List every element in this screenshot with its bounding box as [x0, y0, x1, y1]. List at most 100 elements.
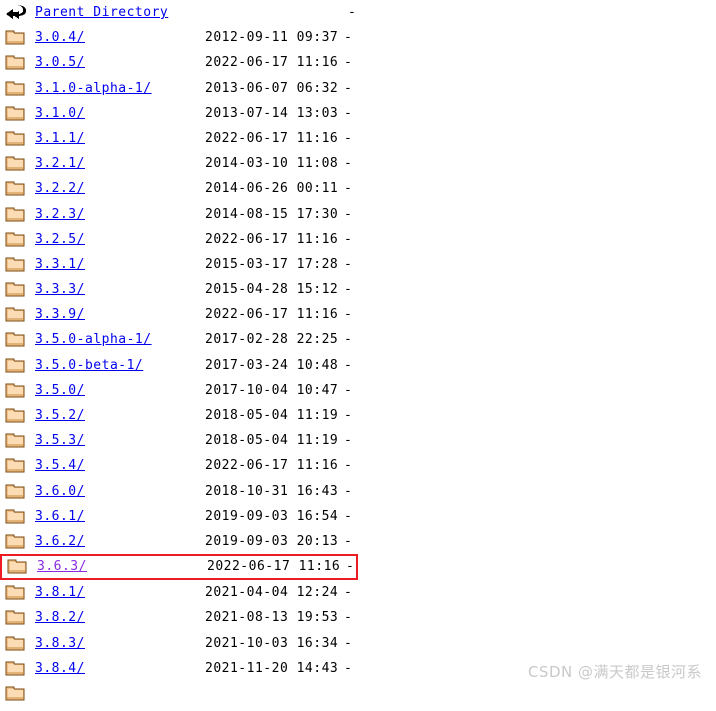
last-modified-date: 2017-02-28 22:25	[205, 332, 339, 348]
size-cell: -	[344, 256, 352, 272]
folder-icon	[5, 357, 26, 374]
last-modified-date: 2013-07-14 13:03	[205, 105, 339, 121]
folder-icon	[5, 609, 26, 626]
size-cell: -	[344, 156, 352, 172]
last-modified-date: 2022-06-17 11:16	[205, 130, 339, 146]
directory-link[interactable]: 3.2.2/	[35, 176, 85, 201]
directory-row[interactable]: 3.8.3/2021-10-03 16:34-	[0, 631, 716, 656]
directory-link[interactable]: 3.8.4/	[35, 656, 85, 681]
directory-row[interactable]: 3.6.0/2018-10-31 16:43-	[0, 479, 716, 504]
directory-row[interactable]: 3.1.1/2022-06-17 11:16-	[0, 126, 716, 151]
size-cell: -	[344, 231, 352, 247]
directory-row[interactable]: 3.6.1/2019-09-03 16:54-	[0, 504, 716, 529]
last-modified-date: 2019-09-03 16:54	[205, 508, 339, 524]
size-cell: -	[344, 55, 352, 71]
directory-link[interactable]: 3.1.0-alpha-1/	[35, 76, 152, 101]
directory-row[interactable]	[0, 681, 716, 706]
directory-link[interactable]: 3.6.1/	[35, 504, 85, 529]
directory-row[interactable]: 3.8.2/2021-08-13 19:53-	[0, 605, 716, 630]
folder-icon	[5, 432, 26, 449]
directory-row[interactable]: 3.3.1/2015-03-17 17:28-	[0, 252, 716, 277]
size-cell: -	[344, 130, 352, 146]
directory-row[interactable]: 3.8.1/2021-04-04 12:24-	[0, 580, 716, 605]
directory-link[interactable]: 3.8.3/	[35, 631, 85, 656]
directory-link[interactable]: 3.6.2/	[35, 529, 85, 554]
directory-link[interactable]: 3.1.0/	[35, 101, 85, 126]
last-modified-date: 2018-05-04 11:19	[205, 408, 339, 423]
directory-row[interactable]: 3.2.2/2014-06-26 00:11-	[0, 176, 716, 201]
directory-link[interactable]: 3.3.1/	[35, 252, 85, 277]
last-modified-date: 2022-06-17 11:16	[205, 458, 339, 474]
directory-link[interactable]: 3.5.0-beta-1/	[35, 353, 143, 378]
size-cell: -	[344, 533, 352, 549]
folder-icon	[5, 105, 26, 122]
directory-row[interactable]: 3.3.3/2015-04-28 15:12-	[0, 277, 716, 302]
directory-row[interactable]: 3.3.9/2022-06-17 11:16-	[0, 302, 716, 327]
csdn-watermark: CSDN @满天都是银河系	[527, 663, 702, 681]
last-modified-date: 2018-10-31 16:43	[205, 483, 339, 499]
directory-link[interactable]: 3.6.0/	[35, 479, 85, 504]
directory-link[interactable]: 3.1.1/	[35, 126, 85, 151]
folder-icon	[5, 206, 26, 223]
folder-icon	[5, 483, 26, 500]
directory-row[interactable]: 3.1.0-alpha-1/2013-06-07 06:32-	[0, 76, 716, 101]
directory-row[interactable]: 3.5.0/2017-10-04 10:47-	[0, 378, 716, 403]
directory-row[interactable]: 3.5.0-alpha-1/2017-02-28 22:25-	[0, 327, 716, 352]
folder-icon	[5, 80, 26, 97]
directory-row[interactable]: 3.6.2/2019-09-03 20:13-	[0, 529, 716, 554]
directory-link[interactable]: 3.0.5/	[35, 50, 85, 75]
size-cell: -	[344, 206, 352, 222]
directory-link[interactable]: 3.0.4/	[35, 25, 85, 50]
directory-link[interactable]: 3.3.3/	[35, 277, 85, 302]
folder-icon	[5, 130, 26, 147]
last-modified-date: 2014-08-15 17:30	[205, 206, 339, 222]
directory-link[interactable]: 3.3.9/	[35, 302, 85, 327]
directory-link[interactable]: 3.5.0/	[35, 378, 85, 403]
directory-row[interactable]: 3.0.4/2012-09-11 09:37-	[0, 25, 716, 50]
folder-icon	[5, 457, 26, 474]
parent-directory-link[interactable]: Parent Directory	[35, 0, 168, 25]
size-cell: -	[344, 610, 352, 626]
size-cell: -	[344, 635, 352, 651]
directory-listing: Parent Directory -3.0.4/2012-09-11 09:37-…	[0, 0, 716, 706]
directory-row[interactable]: 3.2.5/2022-06-17 11:16-	[0, 227, 716, 252]
directory-link[interactable]: 3.8.1/	[35, 580, 85, 605]
size-cell: -	[344, 181, 352, 197]
size-cell: -	[344, 80, 352, 96]
parent-directory-row[interactable]: Parent Directory -	[0, 0, 716, 25]
folder-icon	[5, 584, 26, 601]
last-modified-date: 2019-09-03 20:13	[205, 533, 339, 549]
size-cell: -	[344, 585, 352, 601]
directory-link[interactable]: 3.8.2/	[35, 605, 85, 630]
folder-icon	[5, 29, 26, 46]
directory-link[interactable]: 3.2.3/	[35, 202, 85, 227]
directory-link[interactable]: 3.5.3/	[35, 428, 85, 453]
last-modified-date: 2014-03-10 11:08	[205, 156, 339, 172]
directory-row[interactable]: 3.0.5/2022-06-17 11:16-	[0, 50, 716, 75]
directory-row[interactable]: 3.2.3/2014-08-15 17:30-	[0, 202, 716, 227]
last-modified-date: 2014-06-26 00:11	[205, 181, 339, 197]
last-modified-date: 2017-03-24 10:48	[205, 357, 339, 373]
last-modified-date: 2015-04-28 15:12	[205, 282, 339, 298]
size-cell: -	[344, 483, 352, 499]
size-cell: -	[346, 559, 354, 575]
directory-row[interactable]: 3.5.0-beta-1/2017-03-24 10:48-	[0, 353, 716, 378]
directory-link[interactable]: 3.6.3/	[37, 556, 87, 578]
directory-link[interactable]: 3.5.2/	[35, 403, 85, 428]
folder-icon	[5, 306, 26, 323]
directory-link[interactable]: 3.2.5/	[35, 227, 85, 252]
directory-row[interactable]: 3.5.2/2018-05-04 11:19-	[0, 403, 716, 428]
directory-row[interactable]: 3.6.3/2022-06-17 11:16-	[0, 554, 358, 581]
last-modified-date: 2022-06-17 11:16	[205, 55, 339, 71]
directory-row[interactable]: 3.2.1/2014-03-10 11:08-	[0, 151, 716, 176]
directory-row[interactable]: 3.1.0/2013-07-14 13:03-	[0, 101, 716, 126]
directory-row[interactable]: 3.5.4/2022-06-17 11:16-	[0, 453, 716, 478]
directory-link[interactable]: 3.5.4/	[35, 453, 85, 478]
directory-link[interactable]: 3.5.0-alpha-1/	[35, 327, 152, 352]
directory-link[interactable]: 3.2.1/	[35, 151, 85, 176]
folder-icon	[5, 180, 26, 197]
last-modified-date: 2015-03-17 17:28	[205, 256, 339, 272]
last-modified-date: 2021-11-20 14:43	[205, 660, 339, 676]
size-cell: -	[344, 282, 352, 298]
directory-row[interactable]: 3.5.3/2018-05-04 11:19-	[0, 428, 716, 453]
